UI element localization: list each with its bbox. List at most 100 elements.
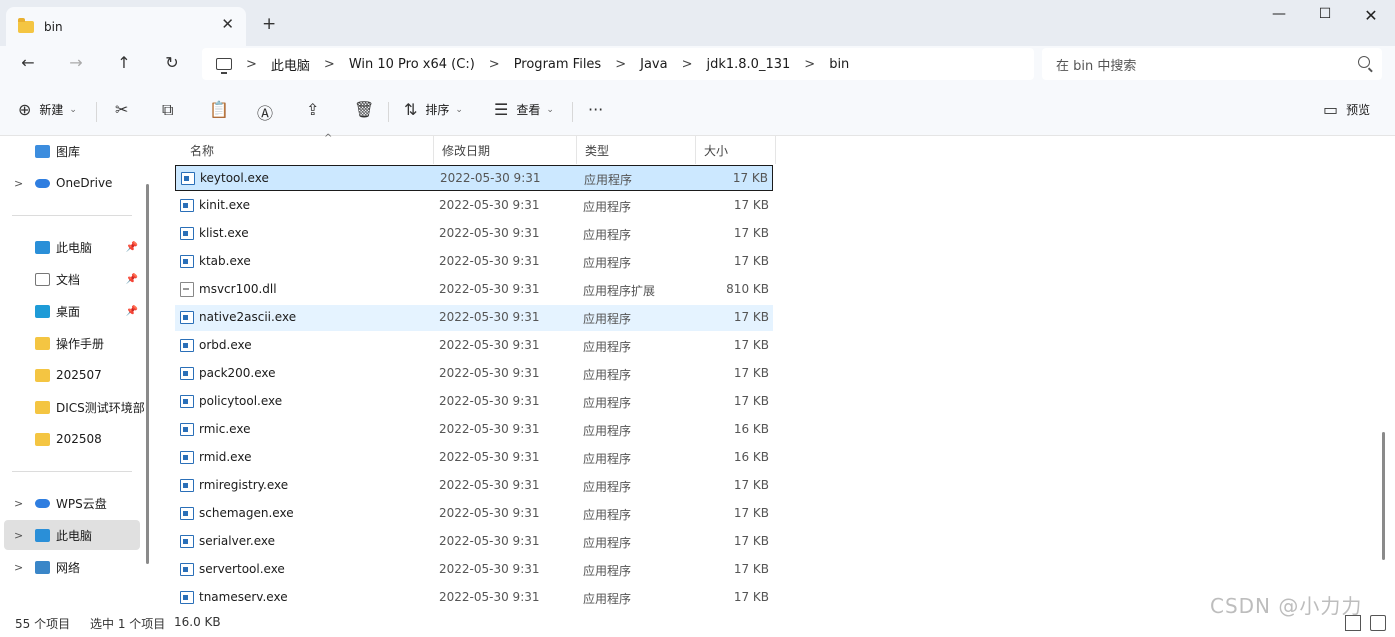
file-row[interactable]: servertool.exe 2022-05-30 9:31 应用程序 17 K… — [175, 557, 773, 583]
sidebar-item-wps-cloud[interactable]: > WPS云盘 — [4, 488, 140, 518]
sidebar-item-onedrive[interactable]: > OneDrive — [4, 168, 140, 198]
sidebar-item-gallery[interactable]: 图库 — [4, 136, 140, 166]
file-date: 2022-05-30 9:31 — [439, 254, 540, 268]
more-options-button[interactable]: ··· — [588, 100, 611, 119]
rename-button[interactable]: Ⓐ — [257, 100, 281, 124]
file-type: 应用程序 — [583, 368, 632, 382]
paste-button[interactable]: 📋 — [209, 100, 237, 119]
delete-button[interactable]: 🗑 — [354, 100, 382, 119]
breadcrumb-separator-icon[interactable]: > — [489, 57, 500, 72]
breadcrumb-item[interactable]: jdk1.8.0_131 — [706, 57, 790, 72]
breadcrumb-item[interactable]: Java — [640, 57, 667, 72]
tab-bin[interactable]: bin ✕ — [6, 7, 246, 46]
details-view-icon[interactable] — [1345, 615, 1361, 631]
tiles-view-icon[interactable] — [1370, 615, 1386, 631]
exe-file-icon — [180, 451, 194, 464]
sidebar-item-this-pc-pinned[interactable]: 此电脑 📌 — [4, 232, 140, 262]
preview-button[interactable]: ▭ 预览 — [1323, 100, 1370, 119]
breadcrumb-separator-icon[interactable]: > — [324, 57, 335, 72]
file-row[interactable]: orbd.exe 2022-05-30 9:31 应用程序 17 KB — [175, 333, 773, 359]
file-date: 2022-05-30 9:31 — [439, 366, 540, 380]
breadcrumb-item[interactable]: Program Files — [514, 57, 602, 72]
sidebar-item-this-pc[interactable]: > 此电脑 — [4, 520, 140, 550]
column-header-date[interactable]: 修改日期 — [434, 136, 577, 164]
breadcrumb-separator-icon[interactable]: > — [682, 57, 693, 72]
breadcrumb-separator-icon[interactable]: > — [615, 57, 626, 72]
column-header-type[interactable]: 类型 — [577, 136, 696, 164]
file-name: klist.exe — [199, 226, 249, 240]
file-row[interactable]: msvcr100.dll 2022-05-30 9:31 应用程序扩展 810 … — [175, 277, 773, 303]
desktop-icon — [35, 304, 50, 318]
search-placeholder: 在 bin 中搜索 — [1056, 58, 1137, 74]
tab-close-icon[interactable]: ✕ — [221, 15, 234, 33]
file-row[interactable]: schemagen.exe 2022-05-30 9:31 应用程序 17 KB — [175, 501, 773, 527]
chevron-right-icon[interactable]: > — [14, 497, 23, 510]
folder-icon — [35, 432, 50, 446]
file-type: 应用程序 — [583, 256, 632, 270]
share-button[interactable]: ⇪ — [306, 100, 327, 119]
file-row[interactable]: klist.exe 2022-05-30 9:31 应用程序 17 KB — [175, 221, 773, 247]
breadcrumb-item[interactable]: 此电脑 — [271, 55, 310, 74]
close-window-button[interactable]: ✕ — [1351, 6, 1391, 25]
sidebar-item-label: 202508 — [56, 432, 102, 446]
file-list-scrollbar[interactable] — [1382, 432, 1385, 560]
sidebar-item-desktop[interactable]: 桌面 📌 — [4, 296, 140, 326]
sidebar-item-202507[interactable]: 202507 — [4, 360, 140, 390]
minimize-button[interactable]: — — [1259, 6, 1299, 22]
sidebar-item-label: 操作手册 — [56, 336, 105, 351]
breadcrumb-item[interactable]: bin — [829, 57, 849, 72]
exe-file-icon — [180, 311, 194, 324]
sidebar-item-documents[interactable]: 文档 📌 — [4, 264, 140, 294]
column-header-name[interactable]: 名称 ^ — [182, 133, 434, 164]
sidebar-scrollbar[interactable] — [146, 184, 149, 564]
search-input[interactable]: 在 bin 中搜索 — [1042, 48, 1382, 80]
chevron-right-icon[interactable]: > — [14, 177, 23, 190]
file-date: 2022-05-30 9:31 — [440, 171, 541, 185]
forward-button[interactable]: → — [62, 53, 90, 72]
file-row[interactable]: policytool.exe 2022-05-30 9:31 应用程序 17 K… — [175, 389, 773, 415]
chevron-right-icon[interactable]: > — [14, 529, 23, 542]
sidebar-item-manual[interactable]: 操作手册 — [4, 328, 140, 358]
file-name: kinit.exe — [199, 198, 251, 212]
file-row[interactable]: pack200.exe 2022-05-30 9:31 应用程序 17 KB — [175, 361, 773, 387]
address-bar[interactable]: > 此电脑 > Win 10 Pro x64 (C:) > Program Fi… — [202, 48, 1034, 80]
view-button[interactable]: ☰ 查看 ⌄ — [494, 100, 554, 119]
file-row[interactable]: tnameserv.exe 2022-05-30 9:31 应用程序 17 KB — [175, 585, 773, 611]
copy-button[interactable]: ⧉ — [162, 100, 181, 120]
breadcrumb-separator-icon[interactable]: > — [804, 57, 815, 72]
file-row[interactable]: kinit.exe 2022-05-30 9:31 应用程序 17 KB — [175, 193, 773, 219]
file-row[interactable]: ktab.exe 2022-05-30 9:31 应用程序 17 KB — [175, 249, 773, 275]
file-list: 名称 ^ 修改日期 类型 大小 keytool.exe 2022-05-30 9… — [160, 133, 1380, 611]
file-size: 17 KB — [733, 366, 769, 380]
up-button[interactable]: ↑ — [110, 53, 138, 72]
exe-file-icon — [180, 199, 194, 212]
sidebar-item-dics[interactable]: DICS测试环境部 — [4, 392, 144, 422]
sort-button[interactable]: ⇅ 排序 ⌄ — [404, 100, 463, 119]
file-row[interactable]: keytool.exe 2022-05-30 9:31 应用程序 17 KB — [175, 165, 773, 191]
file-row[interactable]: rmic.exe 2022-05-30 9:31 应用程序 16 KB — [175, 417, 773, 443]
column-header-size[interactable]: 大小 — [696, 136, 776, 164]
file-row[interactable]: serialver.exe 2022-05-30 9:31 应用程序 17 KB — [175, 529, 773, 555]
sidebar-item-network[interactable]: > 网络 — [4, 552, 140, 582]
file-size: 16 KB — [733, 422, 769, 436]
dll-file-icon — [180, 282, 194, 297]
new-tab-button[interactable]: + — [262, 14, 276, 34]
preview-pane-icon: ▭ — [1323, 100, 1339, 119]
exe-file-icon — [180, 227, 194, 240]
exe-file-icon — [180, 479, 194, 492]
file-row[interactable]: rmid.exe 2022-05-30 9:31 应用程序 16 KB — [175, 445, 773, 471]
file-row[interactable]: native2ascii.exe 2022-05-30 9:31 应用程序 17… — [175, 305, 773, 331]
file-row[interactable]: rmiregistry.exe 2022-05-30 9:31 应用程序 17 … — [175, 473, 773, 499]
exe-file-icon — [180, 255, 194, 268]
maximize-button[interactable]: ☐ — [1305, 6, 1345, 22]
chevron-right-icon[interactable]: > — [14, 561, 23, 574]
back-button[interactable]: ← — [14, 53, 42, 72]
file-name: schemagen.exe — [199, 506, 294, 520]
divider — [12, 215, 132, 216]
cut-button[interactable]: ✂ — [115, 100, 136, 119]
refresh-button[interactable]: ↻ — [158, 53, 186, 72]
file-name: tnameserv.exe — [199, 590, 288, 604]
sidebar-item-202508[interactable]: 202508 — [4, 424, 140, 454]
new-button[interactable]: ⊕ 新建 ⌄ — [18, 100, 77, 119]
breadcrumb-item[interactable]: Win 10 Pro x64 (C:) — [349, 57, 475, 72]
